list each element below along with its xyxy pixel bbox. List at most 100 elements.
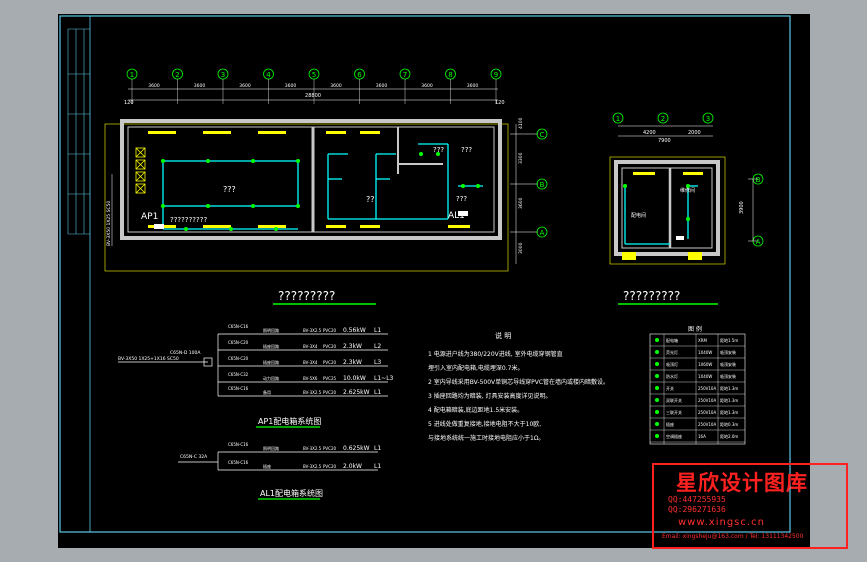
ap1-phase-4: L1 xyxy=(374,389,381,396)
legend-spec-1: 1X40W xyxy=(698,350,712,355)
al1-desc-0: 照明回路 xyxy=(263,445,279,451)
legend-note-3: 吸顶安装 xyxy=(720,373,736,379)
ap1-power-1: 2.3kW xyxy=(343,343,362,350)
watermark-mail: Email: xingsheju@163.com / Tel: 13111342… xyxy=(662,533,804,540)
legend-symbol-0 xyxy=(655,338,659,342)
legend-note-4: 距地1.3m xyxy=(720,385,738,391)
al1-phase-0: L1 xyxy=(374,445,381,452)
dim-top-7: 3600 xyxy=(467,83,479,89)
ap1-breaker-1: C65N-C20 xyxy=(228,340,249,345)
legend-symbol-6 xyxy=(655,410,659,414)
axis-label-9: 9 xyxy=(494,71,498,79)
plan-right-dim-total: 7900 xyxy=(658,138,671,144)
right-row-label-B: B xyxy=(756,176,761,184)
notes-lines: 1 电源进户线为380/220V进线, 室外电缆穿钢管直 埋引入室内配电箱,电缆… xyxy=(428,350,609,442)
ap1-desc-0: 照明回路 xyxy=(263,327,279,333)
legend-heading: 图 例 xyxy=(688,325,702,333)
legend-name-1: 荧光灯 xyxy=(666,349,678,355)
panel-ap1-note: ?????????? xyxy=(170,216,207,224)
ap1-cable-4: BV-3X2.5 xyxy=(303,390,322,395)
al1-pipe-1: PVC20 xyxy=(323,464,336,469)
plan-left-row-markers: C B A xyxy=(536,128,548,238)
legend-name-3: 防水灯 xyxy=(666,373,678,379)
dim-top-3: 3600 xyxy=(285,83,297,89)
legend-symbol-5 xyxy=(655,398,659,402)
ap1-diagram-title: AP1配电箱系统图 xyxy=(258,416,321,426)
note-line-0: 1 电源进户线为380/220V进线, 室外电缆穿钢管直 xyxy=(428,350,563,358)
ap1-cable-2: BV-3X4 xyxy=(303,360,318,365)
legend-name-2: 吸顶灯 xyxy=(666,361,678,367)
ap1-main-breaker: C65N-D 100A xyxy=(170,350,201,356)
legend-spec-8: 16A xyxy=(698,434,706,439)
legend-name-0: 配电箱 xyxy=(666,337,678,343)
note-line-6: 与接地系统统一施工时接地电阻应小于1Ω。 xyxy=(428,434,544,442)
legend-symbol-4 xyxy=(655,386,659,390)
note-line-4: 4 配电箱暗装,底边距地1.5米安装。 xyxy=(428,406,523,414)
right-axis-label-1: 1 xyxy=(616,115,620,123)
dim-top-5: 3600 xyxy=(376,83,388,89)
dim-side-3: 3000 xyxy=(518,242,524,254)
ap1-breaker-4: C65N-C16 xyxy=(228,386,249,391)
ap1-cable-3: BV-5X6 xyxy=(303,376,318,381)
ap1-desc-3: 动力回路 xyxy=(263,375,279,381)
legend-spec-6: 250V10A xyxy=(698,410,716,415)
al1-breaker-0: C65N-C16 xyxy=(228,442,249,447)
ap1-power-0: 0.56kW xyxy=(343,327,366,334)
dim-top-1: 3600 xyxy=(194,83,206,89)
plan-right-dim-2: 2000 xyxy=(688,130,701,136)
watermark-site: www.xingsc.cn xyxy=(678,517,765,528)
room-label-main: ??? xyxy=(223,185,236,194)
ap1-desc-4: 备用 xyxy=(263,389,271,395)
row-label-B: B xyxy=(540,181,545,189)
ap1-breaker-3: C65N-C32 xyxy=(228,372,249,377)
legend-symbol-8 xyxy=(655,434,659,438)
legend-note-7: 距地0.3m xyxy=(720,421,738,427)
room-label-mid: ?? xyxy=(366,195,375,204)
notes-heading: 说 明 xyxy=(495,331,511,340)
al1-pipe-0: PVC20 xyxy=(323,446,336,451)
dim-side-2: 3600 xyxy=(518,197,524,209)
ap1-power-3: 10.0kW xyxy=(343,375,366,382)
plan-left-wiring xyxy=(162,143,483,230)
legend-note-2: 吸顶安装 xyxy=(720,361,736,367)
legend-symbol-7 xyxy=(655,422,659,426)
ap1-pipe-2: PVC20 xyxy=(323,360,336,365)
watermark-qq-2: QQ:296271636 xyxy=(668,505,726,514)
al1-phase-1: L1 xyxy=(374,463,381,470)
watermark-title: 星欣设计图库 xyxy=(676,471,808,495)
ap1-circuit-rows: C65N-C16 照明回路 BV-3X2.5 PVC20 0.56kW L1 C65N-C2… xyxy=(228,324,394,396)
drawing-sheet: 123456789 3600 3600 3600 3600 3600 3600 3600 36… xyxy=(58,14,848,549)
dim-top-4: 3600 xyxy=(330,83,342,89)
legend-note-5: 距地1.3m xyxy=(720,397,738,403)
legend-note-1: 吸顶安装 xyxy=(720,349,736,355)
note-line-1: 埋引入室内配电箱,电缆埋深0.7米。 xyxy=(428,364,523,372)
plan-right-dim-1: 4200 xyxy=(643,130,656,136)
legend-name-8: 空调插座 xyxy=(666,433,682,439)
plan-right-wall-outer xyxy=(614,160,720,256)
legend-symbol-3 xyxy=(655,374,659,378)
note-line-2: 2 室内导线采用BV-500V单铜芯导线穿PVC管在墙内或楼内暗敷设。 xyxy=(428,378,609,386)
ap1-pipe-0: PVC20 xyxy=(323,328,336,333)
dim-top-6: 3600 xyxy=(421,83,433,89)
al1-cable-0: BV-3X2.5 xyxy=(303,446,322,451)
legend-name-5: 双联开关 xyxy=(666,397,682,403)
plan-left-dim-total: 28800 xyxy=(305,93,321,99)
legend-note-8: 距地2.0m xyxy=(720,433,738,439)
ap1-power-4: 2.625kW xyxy=(343,389,370,396)
panel-ap1-label: AP1 xyxy=(141,212,158,222)
al1-diagram-title: AL1配电箱系统图 xyxy=(260,488,323,498)
right-axis-label-3: 3 xyxy=(706,115,710,123)
axis-label-7: 7 xyxy=(403,71,407,79)
al1-main-breaker: C65N-C 32A xyxy=(180,454,208,460)
plan-right-dim-side: 3900 xyxy=(739,201,745,214)
binding-strip xyxy=(67,28,90,235)
legend-spec-4: 250V10A xyxy=(698,386,716,391)
plan-left-dim-left: 120 xyxy=(124,100,134,106)
plan-left-panel-stack xyxy=(135,147,146,194)
legend-spec-7: 250V10A xyxy=(698,422,716,427)
ap1-incoming-cable: BV-3X50 1X25+1X16 SC50 xyxy=(118,356,179,362)
al1-circuit-rows: C65N-C16照明回路 BV-3X2.5 PVC20 0.625kW L1C65N-C… xyxy=(228,442,381,470)
plan-right-room-b: 维修间 xyxy=(680,187,695,194)
plan-left-side-dim-texts: 4100 3300 3600 3000 xyxy=(518,117,524,254)
legend-spec-5: 250V10A xyxy=(698,398,716,403)
